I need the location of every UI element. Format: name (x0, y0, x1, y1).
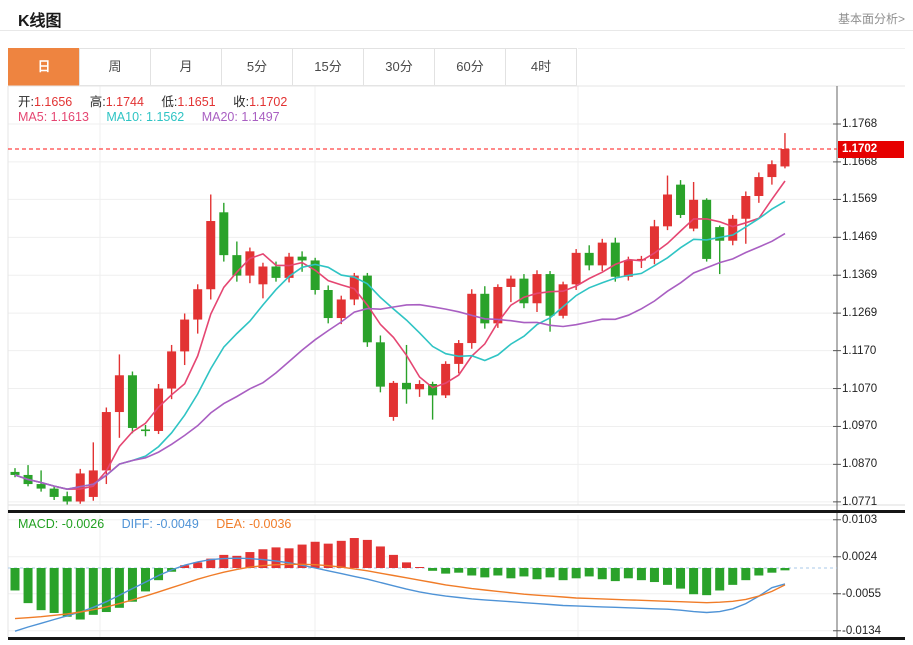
macd-label: MACD: (18, 517, 58, 531)
axis-tick-label: -0.0055 (842, 587, 904, 601)
ma20-line (15, 234, 785, 490)
high-value: 1.1744 (106, 95, 144, 109)
axis-tick-label: 0.0103 (842, 513, 904, 527)
ma20-label: MA20: (202, 110, 238, 124)
ma5-line (15, 181, 785, 489)
axis-tick-label: 1.0970 (842, 419, 904, 433)
macd-value: -0.0026 (62, 517, 104, 531)
current-price-tag: 1.1702 (838, 141, 904, 158)
ma-legend: MA5: 1.1613 MA10: 1.1562 MA20: 1.1497 (18, 110, 294, 124)
ma10-value: 1.1562 (146, 110, 184, 124)
open-label: 开: (18, 95, 34, 109)
ma10-label: MA10: (106, 110, 142, 124)
ma5-value: 1.1613 (51, 110, 89, 124)
open-value: 1.1656 (34, 95, 72, 109)
macd-histogram (11, 538, 790, 620)
axis-tick-label: 1.1269 (842, 306, 904, 320)
close-value: 1.1702 (249, 95, 287, 109)
axis-tick-label: 1.0870 (842, 457, 904, 471)
dea-value: -0.0036 (249, 517, 291, 531)
candles (11, 133, 790, 504)
axis-tick-label: 0.0024 (842, 550, 904, 564)
dea-label: DEA: (216, 517, 245, 531)
diff-value: -0.0049 (156, 517, 198, 531)
axis-tick-label: 1.1768 (842, 117, 904, 131)
axis-tick-label: 1.0771 (842, 495, 904, 509)
close-label: 收: (233, 95, 249, 109)
macd-legend: MACD: -0.0026 DIFF: -0.0049 DEA: -0.0036 (18, 517, 305, 531)
axis-tick-label: 1.1569 (842, 192, 904, 206)
axis-tick-label: -0.0134 (842, 624, 904, 638)
low-label: 低: (161, 95, 177, 109)
low-value: 1.1651 (177, 95, 215, 109)
panel-divider-handle[interactable] (8, 510, 905, 513)
axis-tick-label: 1.1170 (842, 344, 904, 358)
diff-label: DIFF: (122, 517, 153, 531)
ma5-label: MA5: (18, 110, 47, 124)
ma20-value: 1.1497 (241, 110, 279, 124)
axis-tick-label: 1.1369 (842, 268, 904, 282)
ohlc-legend: 开:1.1656 高:1.1744 低:1.1651 收:1.1702 (18, 91, 301, 110)
high-label: 高: (90, 95, 106, 109)
kline-page: { "header": { "title": "K线图", "link": "基… (0, 0, 913, 645)
chart-scrollbar[interactable] (8, 637, 905, 640)
axis-tick-label: 1.1469 (842, 230, 904, 244)
axis-tick-label: 1.1070 (842, 382, 904, 396)
